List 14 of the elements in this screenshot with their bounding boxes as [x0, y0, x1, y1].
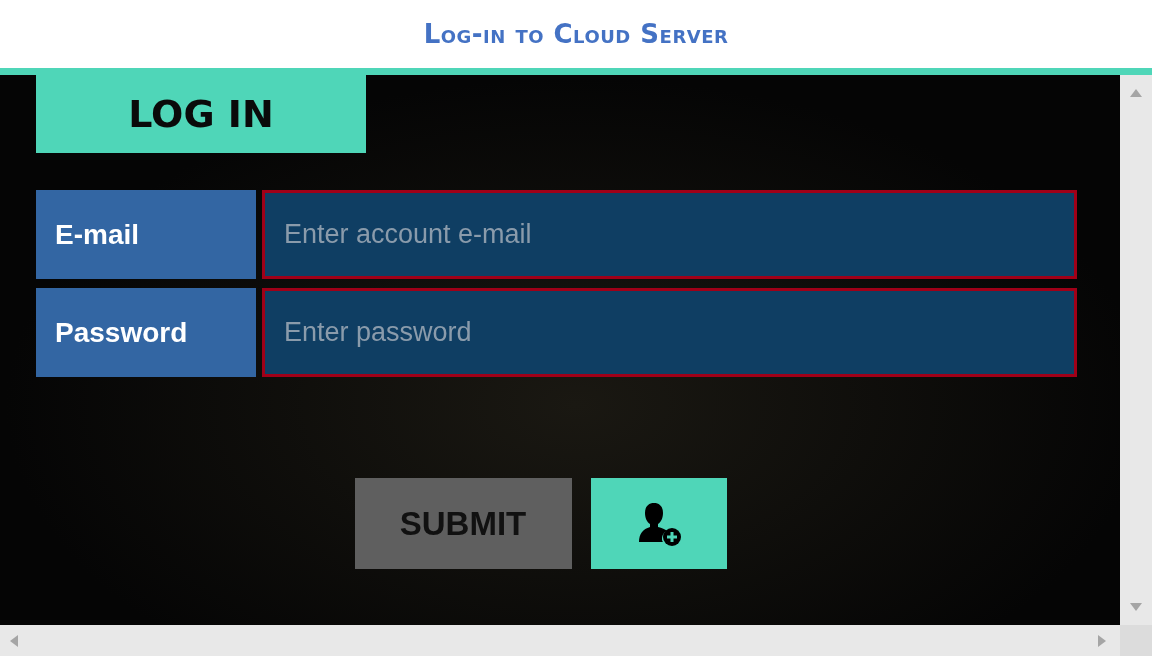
horizontal-scrollbar[interactable]: [0, 625, 1120, 656]
scroll-up-icon[interactable]: [1130, 89, 1142, 97]
page-title: Log-in to Cloud Server: [423, 19, 729, 49]
field-label: Password: [36, 288, 256, 377]
vertical-scrollbar[interactable]: [1120, 75, 1152, 625]
scroll-down-icon[interactable]: [1130, 603, 1142, 611]
scrollbar-corner: [1120, 625, 1152, 656]
add-user-button[interactable]: [590, 478, 727, 569]
input-field[interactable]: Enter account e-mail: [262, 190, 1077, 279]
scroll-left-icon[interactable]: [10, 634, 18, 647]
field-label: E-mail: [36, 190, 256, 279]
input-field[interactable]: Enter password: [262, 288, 1077, 377]
login-tab[interactable]: LOG IN: [36, 75, 366, 153]
scroll-right-icon[interactable]: [1098, 634, 1106, 647]
